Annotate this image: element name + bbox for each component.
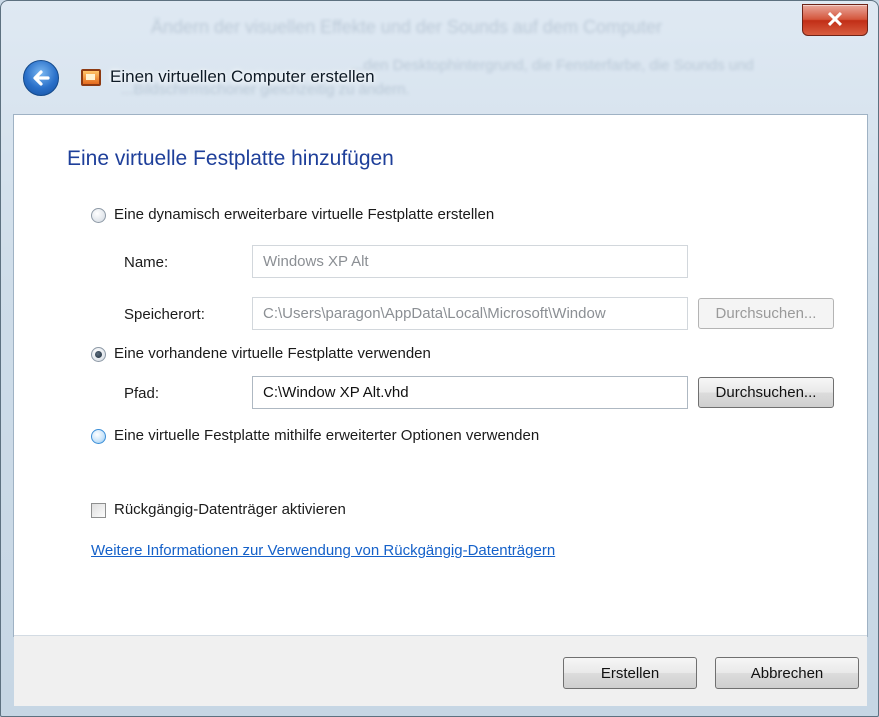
back-arrow-icon [33,70,50,86]
background-blur-text-1: Ändern der visuellen Effekte und der Sou… [151,17,662,37]
radio-advanced-options[interactable] [91,429,106,444]
close-icon: ✕ [825,7,845,32]
back-button[interactable] [23,60,59,96]
virtual-pc-icon [81,69,101,86]
cancel-button[interactable]: Abbrechen [715,657,859,689]
more-info-link[interactable]: Weitere Informationen zur Verwendung von… [91,542,555,559]
radio-dynamic-disk-label[interactable]: Eine dynamisch erweiterbare virtuelle Fe… [114,206,494,223]
radio-advanced-options-label[interactable]: Eine virtuelle Festplatte mithilfe erwei… [114,427,539,444]
window-title: Einen virtuellen Computer erstellen [110,67,375,86]
browse-path-button[interactable]: Durchsuchen... [698,377,834,408]
path-field[interactable]: C:\Window XP Alt.vhd [252,376,688,409]
radio-dynamic-disk[interactable] [91,208,106,223]
browse-location-button[interactable]: Durchsuchen... [698,298,834,329]
location-label: Speicherort: [124,306,205,323]
location-field[interactable]: C:\Users\paragon\AppData\Local\Microsoft… [252,297,688,330]
close-button[interactable]: ✕ [802,4,868,36]
background-blur-text-2: ...den Desktophintergrund, die Fensterfa… [351,57,754,74]
undo-disks-checkbox[interactable] [91,503,106,518]
name-label: Name: [124,254,169,271]
dialog-window: Ändern der visuellen Effekte und der Sou… [0,0,879,717]
path-label: Pfad: [124,385,160,402]
create-button[interactable]: Erstellen [563,657,697,689]
page-title: Eine virtuelle Festplatte hinzufügen [67,147,394,170]
radio-existing-disk-label[interactable]: Eine vorhandene virtuelle Festplatte ver… [114,345,431,362]
radio-existing-disk[interactable] [91,347,106,362]
undo-disks-label[interactable]: Rückgängig-Datenträger aktivieren [114,501,346,518]
name-field[interactable]: Windows XP Alt [252,245,688,278]
